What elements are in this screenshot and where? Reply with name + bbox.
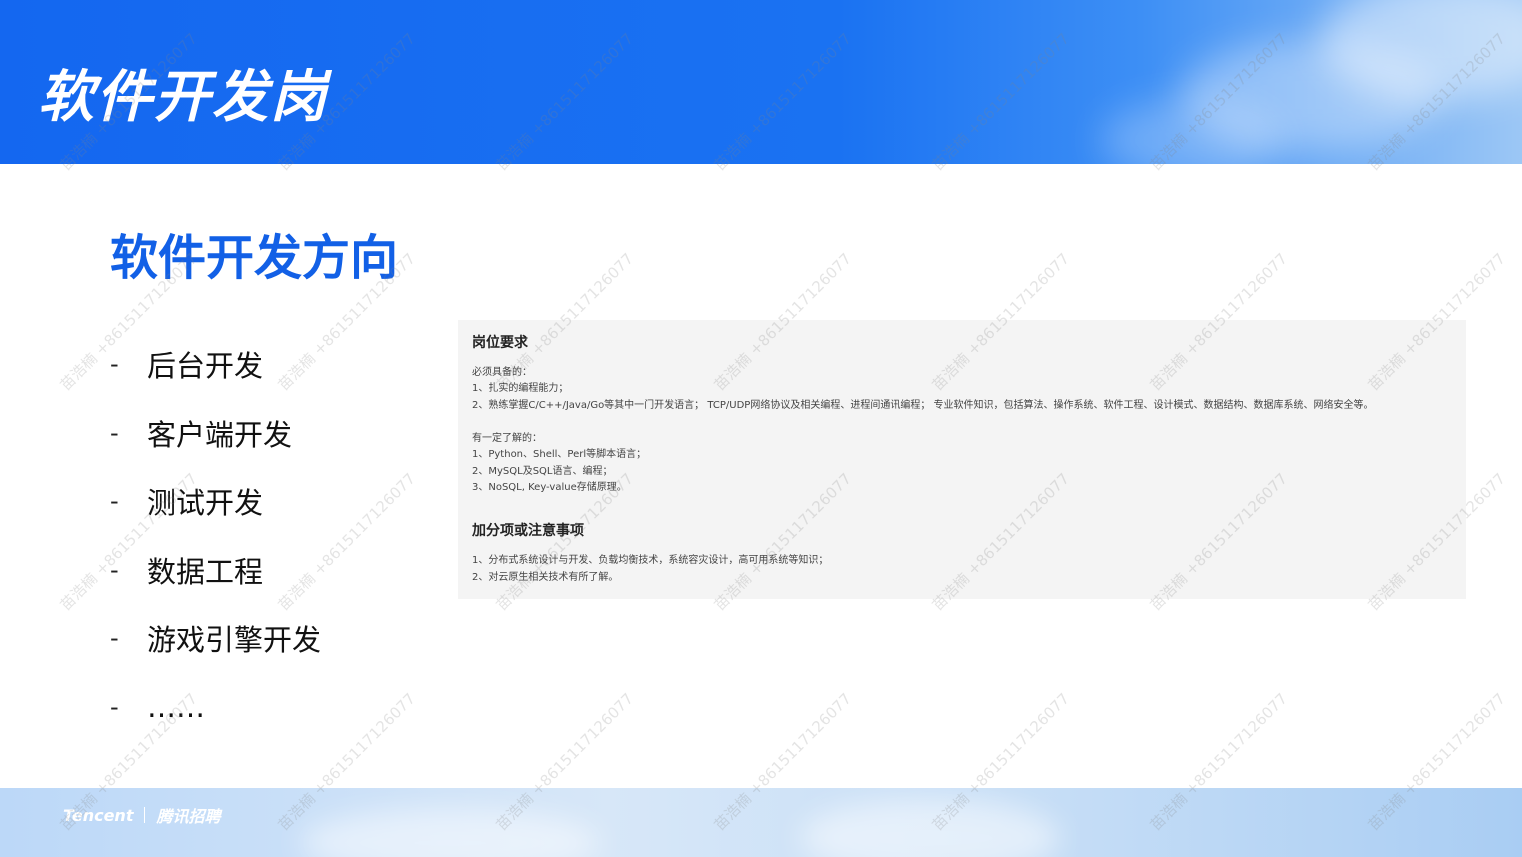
list-item: - …… bbox=[110, 673, 321, 742]
cloud-decoration bbox=[300, 808, 600, 857]
requirements-heading: 岗位要求 bbox=[472, 335, 528, 351]
bonus-heading: 加分项或注意事项 bbox=[472, 523, 584, 539]
direction-label: 游戏引擎开发 bbox=[147, 623, 322, 658]
requirement-line: 3、NoSQL, Key-value存储原理。 bbox=[472, 482, 627, 493]
cloud-decoration bbox=[800, 798, 1060, 857]
list-dash: - bbox=[110, 418, 119, 447]
list-dash: - bbox=[110, 350, 119, 379]
direction-label: 数据工程 bbox=[147, 554, 264, 589]
list-item: - 数据工程 bbox=[110, 536, 321, 605]
list-item: - 游戏引擎开发 bbox=[110, 604, 321, 673]
page-title: 软件开发岗 bbox=[38, 65, 328, 130]
direction-label: 客户端开发 bbox=[147, 417, 293, 452]
bonus-line: 1、分布式系统设计与开发、负载均衡技术，系统容灾设计，高可用系统等知识； bbox=[472, 555, 829, 566]
list-dash: - bbox=[110, 624, 119, 653]
footer-banner: Tencent 腾讯招聘 bbox=[0, 788, 1522, 857]
logo-divider bbox=[144, 807, 146, 823]
section-title: 软件开发方向 bbox=[110, 230, 399, 286]
list-dash: - bbox=[110, 487, 119, 516]
requirement-line: 1、Python、Shell、Perl等脚本语言； bbox=[472, 449, 647, 460]
list-dash: - bbox=[110, 692, 119, 721]
bonus-line: 2、对云原生相关技术有所了解。 bbox=[472, 572, 619, 583]
direction-list: - 后台开发 - 客户端开发 - 测试开发 - 数据工程 - 游戏引擎开发 - … bbox=[110, 330, 321, 741]
requirement-line: 2、MySQL及SQL语言、编程； bbox=[472, 466, 613, 477]
list-item: - 客户端开发 bbox=[110, 399, 321, 468]
list-item: - 测试开发 bbox=[110, 467, 321, 536]
direction-label: 后台开发 bbox=[147, 349, 264, 384]
brand-name: Tencent bbox=[63, 805, 134, 825]
direction-label: 测试开发 bbox=[147, 486, 264, 521]
direction-label: …… bbox=[147, 689, 205, 724]
list-item: - 后台开发 bbox=[110, 330, 321, 399]
tencent-logo: Tencent 腾讯招聘 bbox=[63, 803, 220, 827]
requirement-line: 1、扎实的编程能力； bbox=[472, 383, 569, 394]
recruit-name: 腾讯招聘 bbox=[156, 807, 221, 826]
header-banner: 软件开发岗 bbox=[0, 0, 1522, 164]
requirements-panel: 岗位要求 必须具备的： 1、扎实的编程能力； 2、熟练掌握C/C++/Java/… bbox=[458, 320, 1466, 599]
requirement-line: 2、熟练掌握C/C++/Java/Go等其中一门开发语言； TCP/UDP网络协… bbox=[472, 400, 1374, 411]
list-dash: - bbox=[110, 555, 119, 584]
nice-to-know-label: 有一定了解的： bbox=[472, 433, 542, 444]
must-have-label: 必须具备的： bbox=[472, 367, 532, 378]
